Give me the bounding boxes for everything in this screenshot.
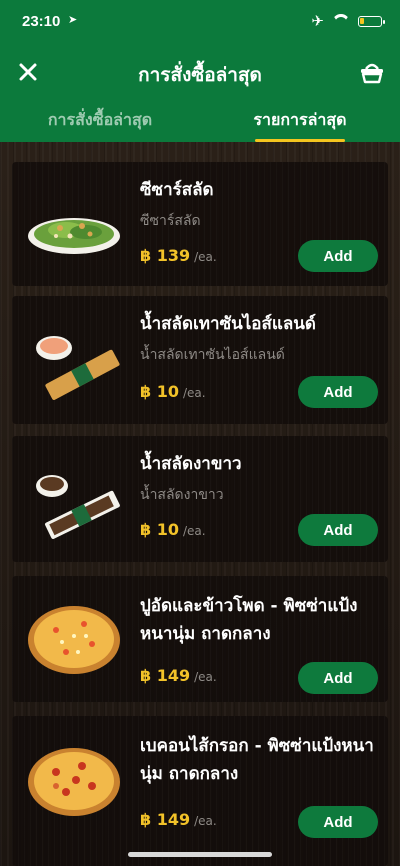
- add-button[interactable]: Add: [298, 240, 378, 272]
- sesame-dressing-image: [36, 475, 120, 539]
- price-unit: /ea.: [194, 814, 217, 828]
- home-indicator[interactable]: [128, 852, 272, 857]
- status-bar: 23:10 ➤ ✈: [0, 0, 400, 44]
- status-icons: ✈: [311, 12, 385, 30]
- price-value: ฿ 139: [140, 246, 191, 265]
- wifi-icon: [332, 14, 350, 28]
- price-unit: /ea.: [182, 524, 206, 538]
- price-value: ฿ 149: [140, 810, 191, 829]
- price-value: ฿ 10: [140, 382, 179, 401]
- airplane-icon: ✈: [311, 12, 324, 30]
- price-value: ฿ 10: [140, 520, 179, 539]
- item-price: ฿ 139/ea.: [140, 246, 217, 265]
- crab-corn-pizza-image: [28, 606, 120, 674]
- caesar-salad-image: [28, 218, 120, 254]
- item-subname: ซีซาร์สลัด: [140, 213, 201, 229]
- tab-recent-items[interactable]: รายการล่าสุด: [200, 100, 400, 142]
- item-list[interactable]: ซีซาร์สลัด ซีซาร์สลัด ฿ 139/ea. Add น้ำส…: [0, 142, 400, 866]
- add-button[interactable]: Add: [298, 514, 378, 546]
- item-price: ฿ 149/ea.: [140, 810, 217, 829]
- item-name: ซีซาร์สลัด: [140, 180, 214, 200]
- app-header: การสั่งซื้อล่าสุด: [0, 44, 400, 100]
- location-arrow-icon: ➤: [68, 13, 78, 26]
- price-unit: /ea.: [182, 386, 206, 400]
- battery-icon: [358, 15, 385, 27]
- price-unit: /ea.: [194, 250, 217, 264]
- status-time: 23:10: [22, 13, 61, 30]
- item-subname: น้ำสลัดงาขาว: [140, 487, 224, 503]
- page-title: การสั่งซื้อล่าสุด: [138, 64, 262, 86]
- item-name: น้ำสลัดงาขาว: [140, 454, 242, 474]
- add-button[interactable]: Add: [298, 662, 378, 694]
- item-name: เบคอนไส้กรอก - พิซซ่าแป้งหนานุ่ม ถาดกลาง: [140, 736, 374, 784]
- item-name: ปูอัดและข้าวโพด - พิซซ่าแป้งหนานุ่ม ถาดก…: [140, 596, 358, 644]
- add-button[interactable]: Add: [298, 376, 378, 408]
- basket-button[interactable]: [356, 56, 388, 88]
- list-item: เบคอนไส้กรอก - พิซซ่าแป้งหนานุ่ม ถาดกลาง…: [12, 716, 388, 866]
- list-item: ซีซาร์สลัด ซีซาร์สลัด ฿ 139/ea. Add: [12, 162, 388, 286]
- item-price: ฿ 10/ea.: [140, 382, 206, 401]
- list-item: น้ำสลัดงาขาว น้ำสลัดงาขาว ฿ 10/ea. Add: [12, 436, 388, 562]
- list-item: ปูอัดและข้าวโพด - พิซซ่าแป้งหนานุ่ม ถาดก…: [12, 576, 388, 702]
- item-price: ฿ 10/ea.: [140, 520, 206, 539]
- add-button[interactable]: Add: [298, 806, 378, 838]
- list-item: น้ำสลัดเทาซันไอส์แลนด์ น้ำสลัดเทาซันไอส์…: [12, 296, 388, 424]
- bacon-sausage-pizza-image: [28, 748, 120, 816]
- item-name: น้ำสลัดเทาซันไอส์แลนด์: [140, 314, 316, 334]
- price-unit: /ea.: [194, 670, 217, 684]
- tab-bar: การสั่งซื้อล่าสุด รายการล่าสุด: [0, 100, 400, 142]
- item-subname: น้ำสลัดเทาซันไอส์แลนด์: [140, 347, 285, 363]
- price-value: ฿ 149: [140, 666, 191, 685]
- item-price: ฿ 149/ea.: [140, 666, 217, 685]
- thousand-island-dressing-image: [36, 336, 120, 400]
- basket-icon: [361, 63, 383, 84]
- tab-recent-orders[interactable]: การสั่งซื้อล่าสุด: [0, 100, 200, 142]
